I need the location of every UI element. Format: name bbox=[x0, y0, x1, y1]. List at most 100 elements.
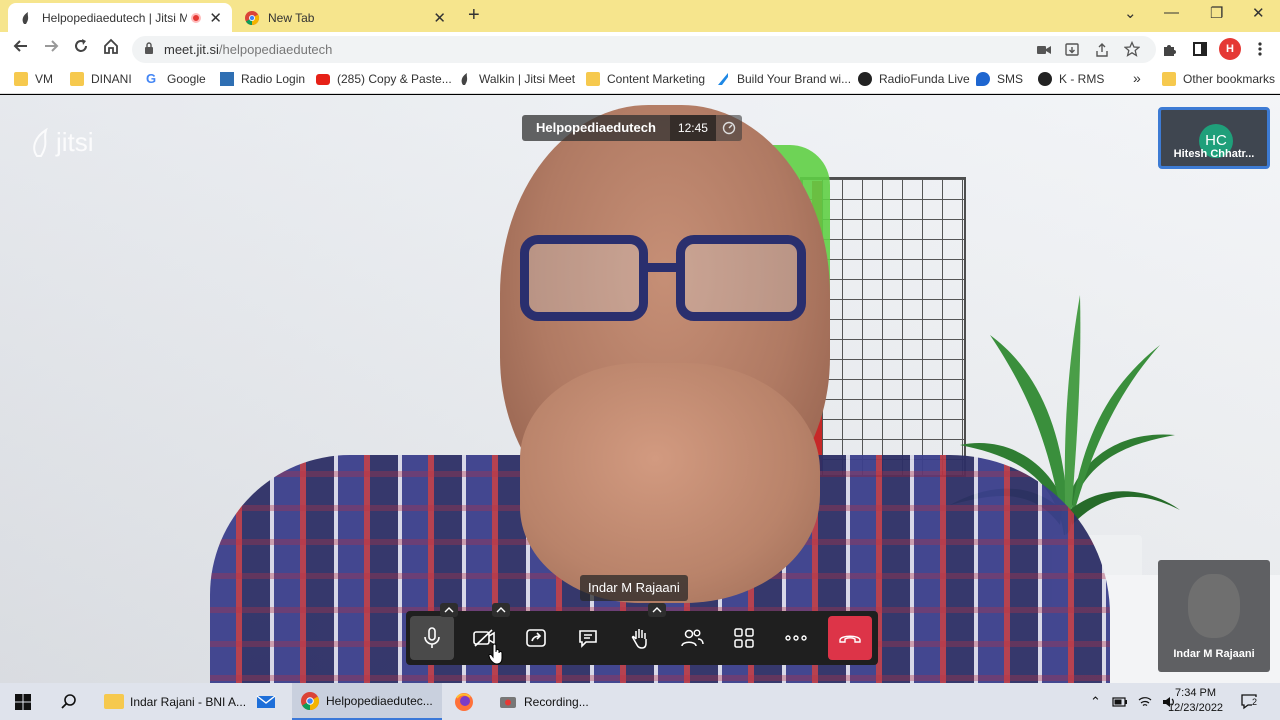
tab-new-tab[interactable]: New Tab ✕ bbox=[234, 3, 456, 32]
recorder-icon bbox=[500, 696, 516, 708]
taskbar-app-chrome[interactable]: Helpopediaedutec... bbox=[292, 683, 442, 720]
meeting-toolbar bbox=[406, 603, 878, 665]
bookmark-vm[interactable]: VM bbox=[14, 72, 53, 86]
jitsi-favicon-icon bbox=[22, 11, 29, 24]
taskbar-app-explorer[interactable]: Indar Rajani - BNI A... bbox=[96, 683, 246, 720]
bookmarks-bar: VM DINANI G Google Radio Login (285) Copy… bbox=[0, 66, 1280, 94]
chat-button[interactable] bbox=[566, 616, 610, 660]
back-button[interactable] bbox=[12, 37, 30, 60]
tab-title: New Tab bbox=[268, 10, 315, 25]
install-app-icon[interactable] bbox=[1064, 42, 1080, 58]
share-icon[interactable] bbox=[1094, 42, 1110, 58]
bookmark-k-rms[interactable]: K - RMS bbox=[1038, 72, 1104, 86]
mail-icon bbox=[256, 694, 276, 708]
lock-icon bbox=[145, 42, 153, 54]
start-button[interactable] bbox=[6, 683, 40, 720]
new-tab-button[interactable]: + bbox=[468, 4, 480, 27]
windows-logo-icon bbox=[15, 693, 31, 710]
audio-settings-caret[interactable] bbox=[440, 603, 458, 617]
video-settings-caret[interactable] bbox=[492, 603, 510, 617]
search-button[interactable] bbox=[52, 683, 86, 720]
bookmark-radiofunda[interactable]: RadioFunda Live bbox=[858, 72, 970, 86]
camera-permission-icon[interactable] bbox=[1036, 43, 1052, 57]
reload-icon bbox=[75, 39, 87, 52]
meeting-timer: 12:45 bbox=[669, 115, 716, 141]
tab-title: Helpopediaedutech | Jitsi Meet bbox=[42, 10, 188, 25]
wifi-icon[interactable] bbox=[1138, 696, 1152, 708]
chrome-icon bbox=[245, 10, 260, 25]
meeting-stage: jitsi Helpopediaedutech 12:45 HC Hitesh … bbox=[0, 95, 1280, 683]
home-icon bbox=[104, 38, 118, 54]
hangup-button[interactable] bbox=[828, 616, 872, 660]
restore-button[interactable]: ❐ bbox=[1210, 4, 1223, 22]
chevron-up-icon bbox=[496, 607, 506, 613]
speaker-stats-button[interactable] bbox=[715, 115, 742, 141]
notification-count-badge: 2 bbox=[1252, 697, 1258, 707]
glasses-bridge bbox=[646, 263, 678, 272]
notification-center-button[interactable]: 2 bbox=[1240, 683, 1262, 720]
other-bookmarks[interactable]: Other bookmarks bbox=[1162, 72, 1275, 86]
bookmark-build-brand[interactable]: Build Your Brand wi... bbox=[716, 72, 851, 86]
participant-thumbnail-hc[interactable]: HC Hitesh Chhatr... bbox=[1158, 107, 1270, 169]
participant-thumbnail-self[interactable]: Indar M Rajaani bbox=[1158, 560, 1270, 672]
battery-icon[interactable] bbox=[1112, 696, 1128, 708]
participants-button[interactable] bbox=[670, 616, 714, 660]
folder-icon bbox=[1162, 72, 1176, 86]
microphone-button[interactable] bbox=[410, 616, 454, 660]
taskbar-app-mail[interactable] bbox=[248, 683, 290, 720]
side-panel-icon[interactable] bbox=[1192, 41, 1208, 57]
tab-search-button[interactable]: ⌄ bbox=[1124, 4, 1137, 22]
reload-button[interactable] bbox=[72, 37, 90, 60]
raise-hand-button[interactable] bbox=[618, 616, 662, 660]
raise-hand-icon bbox=[631, 629, 647, 649]
system-clock[interactable]: 7:34 PM 12/23/2022 bbox=[1168, 686, 1223, 716]
tab-jitsi[interactable]: Helpopediaedutech | Jitsi Meet ✕ bbox=[8, 3, 232, 32]
folder-icon bbox=[70, 72, 84, 86]
folder-icon bbox=[586, 72, 600, 86]
tab-close-button[interactable]: ✕ bbox=[433, 9, 446, 27]
meeting-header: Helpopediaedutech 12:45 bbox=[522, 115, 742, 141]
screen-share-icon bbox=[526, 629, 546, 647]
tile-view-button[interactable] bbox=[722, 616, 766, 660]
chevron-up-icon bbox=[652, 607, 662, 613]
system-tray: ⌃ bbox=[1084, 683, 1181, 720]
participant-name: Indar M Rajaani bbox=[1173, 648, 1255, 660]
screen-share-button[interactable] bbox=[514, 616, 558, 660]
brand-icon bbox=[718, 73, 728, 85]
more-actions-button[interactable] bbox=[774, 616, 818, 660]
taskbar-app-recorder[interactable]: Recording... bbox=[490, 683, 630, 720]
tab-close-button[interactable]: ✕ bbox=[209, 9, 222, 27]
bookmark-radio-login[interactable]: Radio Login bbox=[220, 72, 305, 86]
bookmark-sms[interactable]: SMS bbox=[976, 72, 1023, 86]
bookmark-content-marketing[interactable]: Content Marketing bbox=[586, 72, 705, 86]
bookmark-dinani[interactable]: DINANI bbox=[70, 72, 132, 86]
show-hidden-icons-chevron-icon[interactable]: ⌃ bbox=[1090, 694, 1101, 710]
bookmark-star-icon[interactable] bbox=[1124, 41, 1140, 57]
bookmark-walkin[interactable]: Walkin | Jitsi Meet bbox=[458, 72, 575, 86]
dominant-speaker-name: Indar M Rajaani bbox=[580, 575, 688, 601]
profile-avatar[interactable]: H bbox=[1219, 38, 1241, 60]
chrome-icon bbox=[301, 691, 320, 710]
address-bar[interactable]: meet.jit.si/helpopediaedutech bbox=[132, 36, 1156, 63]
jitsi-logo: jitsi bbox=[30, 127, 94, 158]
browser-menu-icon[interactable] bbox=[1256, 41, 1264, 57]
bookmarks-overflow-button[interactable]: » bbox=[1133, 70, 1141, 86]
bookmark-google[interactable]: G Google bbox=[146, 72, 206, 87]
taskbar-app-firefox[interactable] bbox=[446, 683, 488, 720]
firefox-icon bbox=[455, 692, 473, 711]
self-video-preview bbox=[1188, 574, 1240, 638]
close-window-button[interactable]: ✕ bbox=[1252, 4, 1265, 22]
gauge-icon bbox=[722, 121, 736, 135]
folder-icon bbox=[104, 694, 124, 709]
participant-hand bbox=[520, 363, 820, 603]
clock-date: 12/23/2022 bbox=[1168, 702, 1224, 714]
meeting-title: Helpopediaedutech bbox=[522, 115, 670, 141]
minimize-button[interactable]: — bbox=[1164, 4, 1179, 21]
forward-button[interactable] bbox=[42, 37, 60, 60]
glasses-left bbox=[520, 235, 648, 321]
bookmark-youtube[interactable]: (285) Copy & Paste... bbox=[316, 72, 452, 86]
extensions-icon[interactable] bbox=[1162, 41, 1178, 57]
reactions-caret[interactable] bbox=[648, 603, 666, 617]
home-button[interactable] bbox=[102, 37, 120, 60]
forward-arrow-icon bbox=[45, 40, 59, 52]
